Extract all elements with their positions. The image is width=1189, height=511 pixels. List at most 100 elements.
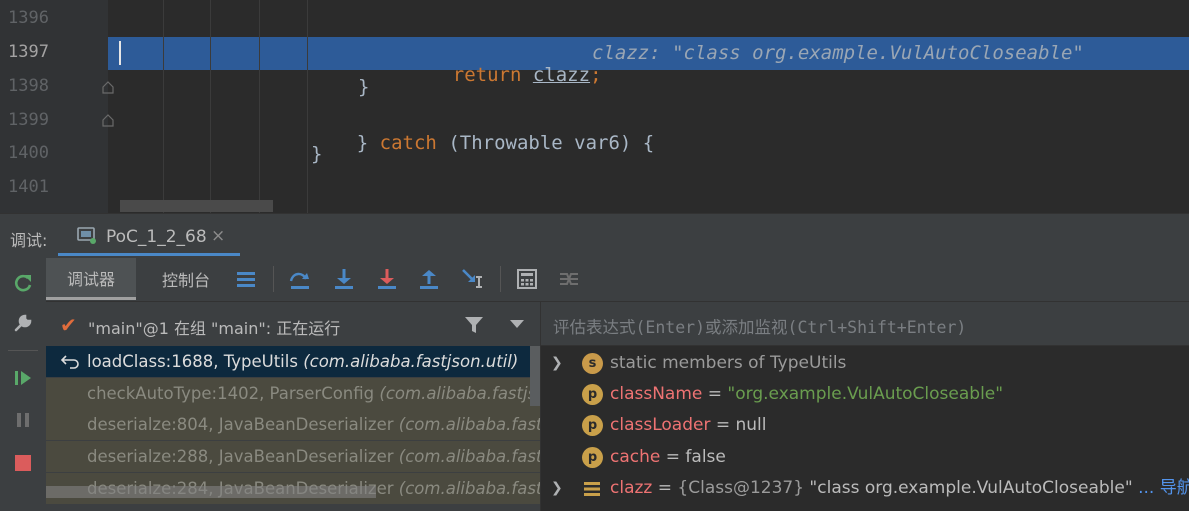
rerun-button[interactable]: [10, 270, 36, 296]
stack-frame-selected[interactable]: loadClass:1688, TypeUtils (com.alibaba.f…: [46, 346, 540, 377]
code-line-1400: }: [311, 143, 323, 165]
frames-horizontal-scrollbar[interactable]: [46, 486, 376, 498]
variable-row-cache[interactable]: p cache = false: [541, 442, 1189, 473]
indent-guide: [210, 0, 211, 213]
pause-icon: [17, 413, 29, 427]
run-to-cursor-button[interactable]: [459, 266, 485, 292]
variable-equals: =: [702, 384, 728, 404]
side-toolbar-separator: [8, 350, 38, 351]
resume-icon: [15, 371, 31, 385]
stack-frame[interactable]: checkAutoType:1402, ParserConfig (com.al…: [46, 378, 540, 409]
chevron-down-icon[interactable]: [509, 318, 525, 330]
toolbar-separator: [500, 266, 501, 292]
debugger-toolbar: 调试器 控制台: [46, 258, 1189, 302]
debug-tool-window-header: 调试: PoC_1_2_68 ×: [0, 213, 1189, 259]
modify-run-config-button[interactable]: [10, 310, 36, 336]
stack-frame[interactable]: deserialze:804, JavaBeanDeserializer (co…: [46, 409, 540, 440]
tab-console[interactable]: 控制台: [141, 258, 231, 300]
step-into-button[interactable]: [331, 266, 357, 292]
variable-equals: =: [660, 447, 686, 467]
evaluate-expression-input[interactable]: 评估表达式(Enter)或添加监视(Ctrl+Shift+Enter): [541, 302, 1189, 346]
frame-package: (com.alibaba.fastjson.parser.deserialize…: [398, 479, 540, 498]
indent-guide: [163, 0, 164, 213]
wrench-icon: [14, 314, 32, 332]
parameter-badge-icon: p: [582, 415, 603, 436]
line-number: 1400: [8, 143, 49, 163]
variable-name: className: [610, 384, 703, 404]
variable-value: null: [735, 415, 767, 435]
fold-marker-icon[interactable]: [101, 113, 115, 127]
variable-row-static-members[interactable]: ❯ s static members of TypeUtils: [541, 348, 1189, 379]
line-number-gutter[interactable]: 1396 1397 1398 1399 1400 1401: [0, 0, 114, 213]
keyword-catch: catch: [379, 132, 437, 154]
variable-row-classloader[interactable]: p classLoader = null: [541, 410, 1189, 441]
stack-frame[interactable]: deserialze:288, JavaBeanDeserializer (co…: [46, 441, 540, 472]
frame-package: (com.alibaba.fastjson.parser.deserialize…: [398, 447, 540, 466]
debug-side-toolbar: [0, 258, 47, 511]
line-number: 1401: [8, 177, 49, 197]
variable-name: classLoader: [610, 415, 711, 435]
frames-panel: ✔ "main"@1 在组 "main": 正在运行 loadClass:168…: [46, 302, 540, 511]
code-editor[interactable]: 1396 1397 1398 1399 1400 1401 return cla…: [0, 0, 1189, 213]
debug-session-tab-label: PoC_1_2_68: [106, 227, 207, 247]
debug-session-tab[interactable]: PoC_1_2_68 ×: [58, 217, 240, 256]
variable-reference: {Class@1237}: [677, 478, 805, 498]
stop-button[interactable]: [10, 450, 36, 476]
variable-value: "org.example.VulAutoCloseable": [727, 384, 1004, 404]
variable-row-clazz[interactable]: ❯ clazz = {Class@1237} "class org.exampl…: [541, 473, 1189, 504]
trace-current-stream-button[interactable]: [556, 266, 582, 292]
variable-text: clazz = {Class@1237} "class org.example.…: [610, 473, 1189, 504]
resume-program-button[interactable]: [10, 365, 36, 391]
local-variable-icon: [584, 482, 600, 496]
navigate-link[interactable]: 导航: [1154, 478, 1189, 498]
variable-clazz[interactable]: clazz: [533, 64, 590, 86]
parameter-badge-icon: p: [582, 447, 603, 468]
close-tab-icon[interactable]: ×: [211, 226, 225, 246]
line-number-current: 1397: [8, 42, 49, 62]
frame-method: loadClass:1688, TypeUtils: [87, 352, 298, 371]
run-config-icon: [77, 227, 96, 244]
step-out-button[interactable]: [416, 266, 442, 292]
variable-text: classLoader = null: [610, 410, 767, 441]
run-to-cursor-icon: [462, 269, 482, 288]
calculator-icon: [517, 269, 537, 289]
variables-panel: 评估表达式(Enter)或添加监视(Ctrl+Shift+Enter) ❯ s …: [540, 302, 1189, 511]
expand-arrow-icon[interactable]: ❯: [551, 473, 563, 504]
step-over-button[interactable]: [287, 266, 313, 292]
variable-row-classname[interactable]: p className = "org.example.VulAutoClosea…: [541, 379, 1189, 410]
code-line-1398: }: [358, 76, 370, 98]
frame-method: checkAutoType:1402, ParserConfig: [87, 384, 375, 403]
inline-debug-value[interactable]: clazz: "class org.example.VulAutoCloseab…: [592, 42, 1084, 64]
variable-more-link[interactable]: ...: [1133, 478, 1154, 498]
frames-vertical-scrollbar[interactable]: [530, 346, 540, 406]
closing-brace: }: [356, 132, 369, 154]
force-step-into-button[interactable]: [374, 266, 400, 292]
evaluate-expression-button[interactable]: [514, 266, 540, 292]
indent-guide: [259, 0, 260, 213]
tab-debugger[interactable]: 调试器: [46, 258, 136, 300]
pause-program-button[interactable]: [10, 407, 36, 433]
filter-icon[interactable]: [463, 314, 485, 336]
semicolon: ;: [590, 64, 602, 86]
fold-marker-icon[interactable]: [101, 80, 115, 94]
catch-clause: (Throwable var6) {: [448, 132, 655, 154]
thread-status-check-icon: ✔: [60, 313, 77, 337]
menu-lines-icon: [237, 272, 255, 287]
rerun-icon: [15, 274, 32, 292]
variable-equals: =: [652, 478, 678, 498]
editor-horizontal-scrollbar[interactable]: [120, 200, 273, 212]
toolbar-separator: [273, 266, 274, 292]
frame-package: (com.alibaba.fastjson.util): [303, 352, 519, 371]
frame-method: deserialze:288, JavaBeanDeserializer: [87, 447, 394, 466]
variable-name: clazz: [610, 478, 653, 498]
variable-value: "class org.example.VulAutoCloseable": [804, 478, 1133, 498]
force-step-into-icon: [378, 269, 396, 289]
thread-selector[interactable]: ✔ "main"@1 在组 "main": 正在运行: [46, 302, 540, 346]
parameter-badge-icon: p: [582, 384, 603, 405]
stop-icon: [15, 455, 31, 471]
stream-trace-icon: [560, 273, 578, 285]
variable-text: static members of TypeUtils: [610, 353, 847, 373]
layout-settings-button[interactable]: [233, 266, 259, 292]
expand-arrow-icon[interactable]: ❯: [551, 348, 563, 379]
code-line-1399: } catch (Throwable var6) {: [311, 110, 654, 176]
